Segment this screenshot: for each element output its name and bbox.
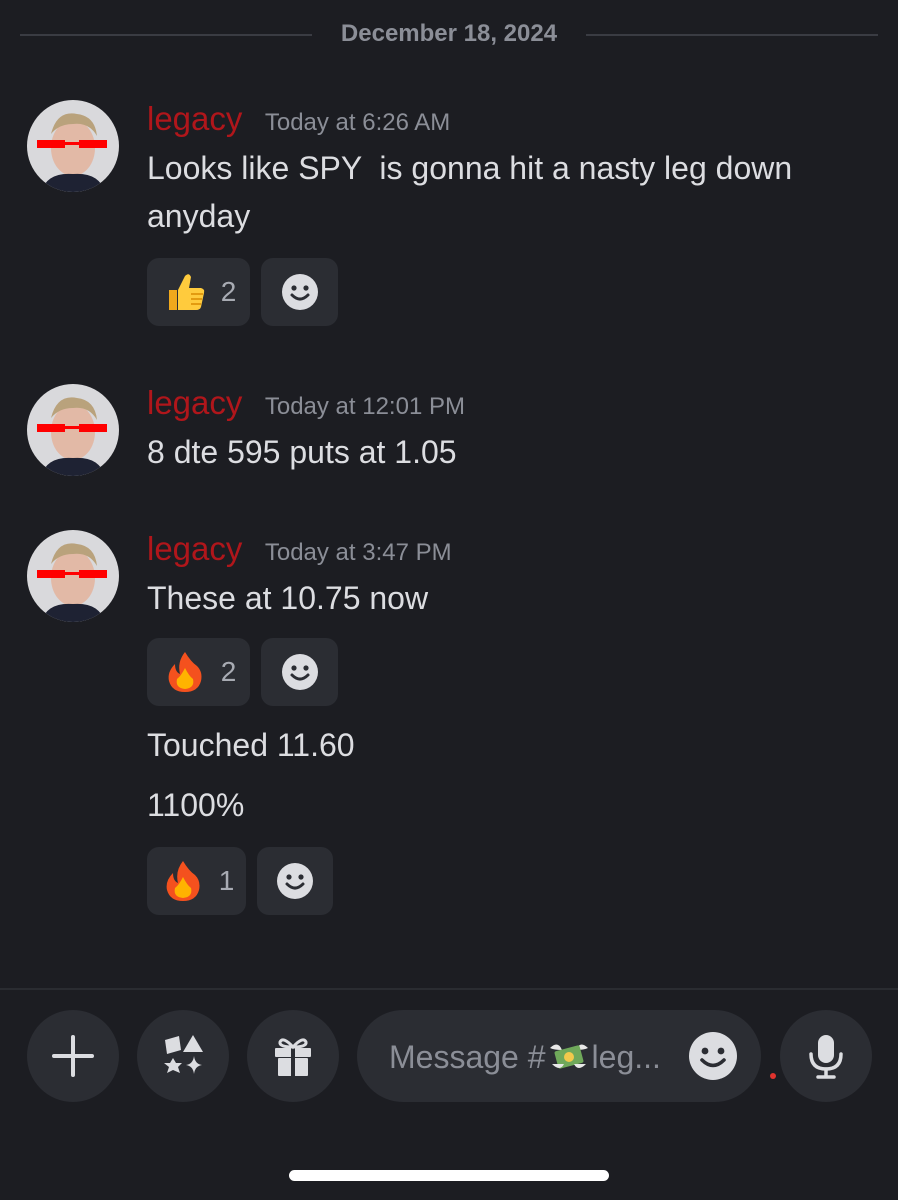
smiley-add-reaction-icon (277, 863, 313, 899)
thumbs-up-icon (168, 274, 204, 310)
money-with-wings-icon (549, 1044, 588, 1069)
author-name[interactable]: legacy (147, 530, 242, 567)
message-line: anyday (147, 198, 251, 234)
composer-divider (0, 988, 898, 990)
message-2: legacy Today at 12:01 PM 8 dte 595 puts … (0, 384, 898, 484)
placeholder-suffix: leg... (591, 1039, 661, 1075)
emoji-picker-icon[interactable] (687, 1030, 739, 1082)
author-name[interactable]: legacy (147, 100, 242, 137)
placeholder-prefix: Message # (389, 1039, 546, 1075)
followup-text: 1100% (147, 787, 245, 823)
apps-shapes-icon (164, 1035, 203, 1074)
reaction-fire[interactable]: 2 (147, 638, 250, 706)
reaction-count: 2 (220, 276, 237, 307)
smiley-add-reaction-icon (281, 654, 318, 690)
avatar[interactable] (27, 100, 119, 192)
message-1: legacy Today at 6:26 AM Looks like SPY i… (0, 100, 898, 330)
gift-icon (275, 1038, 311, 1076)
divider-line-right (586, 34, 878, 36)
plus-icon (52, 1035, 94, 1077)
add-reaction-button[interactable] (261, 638, 338, 706)
message-header: legacy Today at 6:26 AM (147, 100, 450, 144)
message-text: 8 dte 595 puts at 1.05 (147, 428, 867, 476)
date-divider: December 18, 2024 (20, 14, 878, 54)
author-name[interactable]: legacy (147, 384, 242, 421)
message-text: These at 10.75 now (147, 574, 867, 622)
reaction-thumbs-up[interactable]: 2 (147, 258, 250, 326)
reaction-count: 1 (218, 865, 235, 896)
message-line: 8 dte 595 puts at 1.05 (147, 434, 457, 470)
apps-button[interactable] (137, 1010, 229, 1102)
message-header: legacy Today at 12:01 PM (147, 384, 465, 428)
timestamp: Today at 6:26 AM (264, 109, 451, 136)
message-3: legacy Today at 3:47 PM These at 10.75 n… (0, 530, 898, 930)
voice-message-button[interactable] (780, 1010, 872, 1102)
home-indicator[interactable] (289, 1170, 609, 1181)
fire-icon (166, 861, 200, 901)
message-placeholder: Message # leg... (389, 1038, 679, 1076)
smiley-add-reaction-icon (281, 274, 318, 310)
message-input[interactable]: Message # leg... (357, 1010, 761, 1102)
recording-indicator-dot (770, 1073, 776, 1079)
add-attachment-button[interactable] (27, 1010, 119, 1102)
reaction-count: 2 (220, 656, 237, 687)
add-reaction-button[interactable] (257, 847, 333, 915)
add-reaction-button[interactable] (261, 258, 338, 326)
message-header: legacy Today at 3:47 PM (147, 530, 452, 574)
followup-text: Touched 11.60 (147, 727, 355, 763)
avatar[interactable] (27, 384, 119, 476)
message-line: Looks like SPY is gonna hit a nasty leg … (147, 150, 793, 186)
chat-screen: December 18, 2024 legacy Today at 6:26 A… (0, 0, 898, 1200)
message-line: These at 10.75 now (147, 580, 429, 616)
gift-button[interactable] (247, 1010, 339, 1102)
message-text: Looks like SPY is gonna hit a nasty leg … (147, 144, 867, 240)
fire-icon (168, 652, 202, 692)
microphone-icon (809, 1035, 843, 1079)
timestamp: Today at 3:47 PM (264, 539, 452, 566)
avatar[interactable] (27, 530, 119, 622)
reaction-fire[interactable]: 1 (147, 847, 246, 915)
timestamp: Today at 12:01 PM (264, 393, 465, 420)
